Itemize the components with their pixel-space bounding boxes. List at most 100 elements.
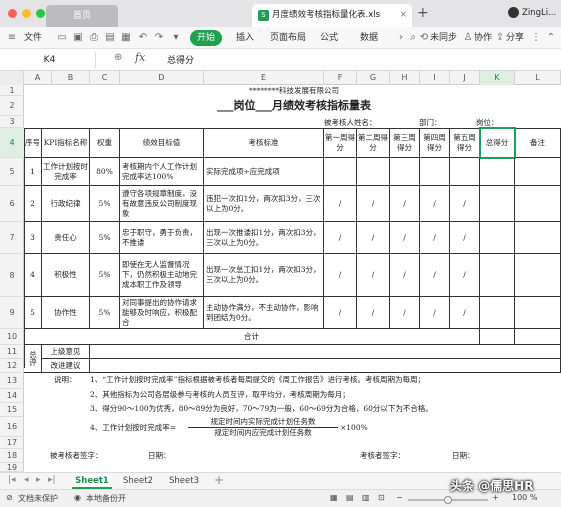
item-3-week4[interactable]: /	[420, 222, 450, 254]
menu-file[interactable]: 文件	[24, 27, 42, 49]
print-icon[interactable]: ⎙	[88, 32, 100, 44]
document-protection-status[interactable]: 文档未保护	[18, 493, 58, 504]
header-week3[interactable]: 第三周得分	[390, 128, 420, 158]
row-header-8[interactable]: 8	[0, 254, 24, 297]
item-4-standard[interactable]: 出现一次怠工扣1分，两次扣3分，三次以上为0分。	[204, 254, 324, 297]
item-3-weight[interactable]: 5%	[90, 222, 120, 254]
row-header-2[interactable]: 2	[0, 96, 24, 116]
view-normal-icon[interactable]: ▦	[330, 493, 338, 502]
local-backup-status[interactable]: 本地备份开	[86, 493, 126, 504]
item-2-weight[interactable]: 5%	[90, 186, 120, 222]
chevron-down-icon[interactable]: ▾	[170, 32, 182, 44]
item-2-total[interactable]	[480, 186, 515, 222]
row-header-18[interactable]: 18	[0, 449, 24, 463]
maximize-window-icon[interactable]	[36, 9, 45, 18]
zoom-out-icon[interactable]: −	[396, 493, 403, 502]
row-header-7[interactable]: 7	[0, 222, 24, 254]
close-window-icon[interactable]	[8, 9, 17, 18]
header-week2[interactable]: 第二周得分	[357, 128, 390, 158]
col-header-j[interactable]: J	[450, 71, 480, 85]
row-header-6[interactable]: 6	[0, 186, 24, 222]
item-2-target[interactable]: 遵守各项规章制度，没有故意违反公司制度现象	[120, 186, 204, 222]
item-3-target[interactable]: 忠于职守，勇于负责，不推诿	[120, 222, 204, 254]
header-remark[interactable]: 备注	[515, 128, 561, 158]
item-5-total[interactable]	[480, 297, 515, 329]
row-header-11[interactable]: 11	[0, 345, 24, 359]
col-header-h[interactable]: H	[390, 71, 420, 85]
item-5-remark[interactable]	[515, 297, 561, 329]
minimize-window-icon[interactable]	[22, 9, 31, 18]
col-header-a[interactable]: A	[24, 71, 52, 85]
row-header-15[interactable]: 15	[0, 403, 24, 417]
row-header-17[interactable]: 17	[0, 437, 24, 449]
col-header-c[interactable]: C	[90, 71, 120, 85]
zoom-icon[interactable]: ⊕	[114, 52, 122, 63]
item-4-week1[interactable]: /	[324, 254, 357, 297]
item-2-remark[interactable]	[515, 186, 561, 222]
row-header-13[interactable]: 13	[0, 373, 24, 389]
item-5-kpi[interactable]: 协作性	[42, 297, 90, 329]
item-1-weight[interactable]: 80%	[90, 158, 120, 186]
item-4-total[interactable]	[480, 254, 515, 297]
row-header-4[interactable]: 4	[0, 128, 24, 158]
item-2-standard[interactable]: 违犯一次扣1分，两次扣3分，三次以上为0分。	[204, 186, 324, 222]
item-5-week1[interactable]: /	[324, 297, 357, 329]
item-5-week2[interactable]: /	[357, 297, 390, 329]
menu-page-layout[interactable]: 页面布局	[270, 27, 306, 49]
add-sheet-icon[interactable]: +	[214, 473, 224, 487]
sheet-tab-1[interactable]: Sheet1	[72, 473, 112, 489]
item-5-week5[interactable]: /	[450, 297, 480, 329]
item-4-weight[interactable]: 5%	[90, 254, 120, 297]
col-header-l[interactable]: L	[515, 71, 561, 85]
file-tab[interactable]: S 月度绩效考核指标量化表.xls ×	[252, 4, 412, 27]
new-tab-icon[interactable]: +	[417, 5, 429, 21]
item-1-week3[interactable]	[390, 158, 420, 186]
item-2-no[interactable]: 2	[24, 186, 42, 222]
item-3-total[interactable]	[480, 222, 515, 254]
improvement-value[interactable]	[90, 359, 561, 373]
formula-input[interactable]: 总得分	[167, 53, 194, 66]
sync-status[interactable]: 未同步	[430, 27, 457, 49]
view-page-break-icon[interactable]: ▥	[362, 493, 370, 502]
zoom-slider[interactable]	[408, 496, 488, 504]
item-1-kpi[interactable]: 工作计划按时完成率	[42, 158, 90, 186]
item-3-kpi[interactable]: 责任心	[42, 222, 90, 254]
item-4-week3[interactable]: /	[390, 254, 420, 297]
row-header-16[interactable]: 16	[0, 417, 24, 437]
item-1-week1[interactable]	[324, 158, 357, 186]
col-header-d[interactable]: D	[120, 71, 204, 85]
item-1-week4[interactable]	[420, 158, 450, 186]
hamburger-menu-icon[interactable]: ≡	[6, 32, 18, 44]
header-standard[interactable]: 考核标准	[204, 128, 324, 158]
name-box[interactable]: K4	[4, 52, 96, 68]
item-3-no[interactable]: 3	[24, 222, 42, 254]
row-header-1[interactable]: 1	[0, 85, 24, 96]
item-3-week2[interactable]: /	[357, 222, 390, 254]
view-layout-icon[interactable]: ▤	[346, 493, 354, 502]
next-sheet-icon[interactable]: ▸	[36, 475, 41, 485]
item-1-week5[interactable]	[450, 158, 480, 186]
menu-start[interactable]: 开始	[190, 30, 222, 46]
item-4-kpi[interactable]: 积极性	[42, 254, 90, 297]
open-folder-icon[interactable]: ▭	[56, 32, 68, 44]
header-kpi[interactable]: KPI指标名称	[42, 128, 90, 158]
header-total-score[interactable]: 总得分	[480, 128, 515, 158]
item-5-standard[interactable]: 主动协作满分，不主动协作，影响到团结为0分。	[204, 297, 324, 329]
item-2-week3[interactable]: /	[390, 186, 420, 222]
item-1-remark[interactable]	[515, 158, 561, 186]
header-weight[interactable]: 权重	[90, 128, 120, 158]
last-sheet-icon[interactable]: ▸|	[48, 475, 56, 485]
home-tab[interactable]: 首页	[46, 5, 118, 27]
improvement-label[interactable]: 改进建议	[42, 359, 90, 373]
more-menu-icon[interactable]: ›	[395, 32, 407, 44]
collapse-ribbon-icon[interactable]: ⌃	[545, 32, 557, 44]
preview-icon[interactable]: ▤	[104, 32, 116, 44]
item-4-week2[interactable]: /	[357, 254, 390, 297]
more-options-icon[interactable]: ⋮	[530, 32, 542, 44]
first-sheet-icon[interactable]: |◂	[8, 475, 16, 485]
sheet-grid[interactable]: ********科技发展有限公司 ___岗位___月绩效考核指标量表 被考核人姓…	[24, 85, 561, 472]
superior-opinion-value[interactable]	[90, 345, 561, 359]
collaborate-button[interactable]: 协作	[474, 27, 492, 49]
superior-opinion-label[interactable]: 上级意见	[42, 345, 90, 359]
item-2-week1[interactable]: /	[324, 186, 357, 222]
